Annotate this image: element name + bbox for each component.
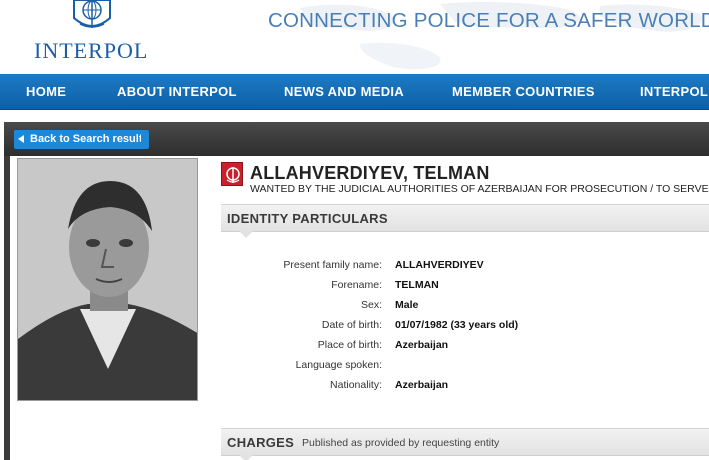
site-header: INTERPOL CONNECTING POLICE FOR A SAFER W… (0, 0, 709, 74)
field-row: Present family name: ALLAHVERDIYEV (221, 259, 709, 279)
main-nav: HOME ABOUT INTERPOL NEWS AND MEDIA MEMBE… (0, 74, 709, 110)
wanted-person-name: ALLAHVERDIYEV, TELMAN (250, 163, 490, 183)
field-label: Sex: (360, 299, 382, 311)
field-label: Date of birth: (321, 319, 382, 331)
wanted-description: WANTED BY THE JUDICIAL AUTHORITIES OF AZ… (250, 183, 709, 195)
nav-item-home[interactable]: HOME (26, 84, 66, 99)
nav-item-member-countries[interactable]: MEMBER COUNTRIES (452, 84, 595, 99)
logo-text: INTERPOL (34, 38, 149, 63)
field-value: Azerbaijan (395, 339, 449, 351)
field-label: Place of birth: (317, 339, 382, 351)
field-row: Language spoken: (221, 359, 709, 379)
field-row: Place of birth: Azerbaijan (221, 339, 709, 359)
nav-item-interpol[interactable]: INTERPOL (640, 84, 708, 99)
field-label: Nationality: (330, 379, 382, 391)
back-button-tip (141, 130, 148, 149)
nav-item-news-and-media[interactable]: NEWS AND MEDIA (284, 84, 404, 99)
identity-section-header: IDENTITY PARTICULARS (221, 204, 709, 238)
arrow-left-icon (18, 135, 24, 143)
photo-image (18, 159, 197, 400)
field-label: Present family name: (283, 259, 382, 271)
field-row: Sex: Male (221, 299, 709, 319)
field-label: Language spoken: (295, 359, 382, 371)
nav-item-about-interpol[interactable]: ABOUT INTERPOL (117, 84, 237, 99)
interpol-globe-icon (73, 0, 111, 28)
back-button-label: Back to Search result (30, 133, 143, 145)
field-label: Forename: (331, 279, 382, 291)
wanted-person-photo (17, 158, 198, 401)
back-to-search-button[interactable]: Back to Search result (14, 130, 149, 149)
field-value: Azerbaijan (395, 379, 449, 391)
charges-note: Published as provided by requesting enti… (302, 437, 500, 449)
field-value: ALLAHVERDIYEV (395, 259, 484, 271)
field-row: Forename: TELMAN (221, 279, 709, 299)
identity-section-title: IDENTITY PARTICULARS (227, 211, 388, 226)
charges-section-title: CHARGES (227, 435, 295, 450)
field-value: Male (395, 299, 419, 311)
red-notice-icon (221, 162, 243, 186)
interpol-logo[interactable]: INTERPOL (20, 0, 160, 70)
field-row: Date of birth: 01/07/1982 (33 years old) (221, 319, 709, 339)
field-value: 01/07/1982 (33 years old) (395, 319, 519, 331)
charges-section-header: CHARGES Published as provided by request… (221, 428, 709, 460)
tagline: CONNECTING POLICE FOR A SAFER WORLD (268, 9, 709, 32)
section-notch (239, 231, 253, 238)
field-value: TELMAN (395, 279, 439, 291)
section-notch (239, 455, 253, 460)
spacer (0, 110, 709, 122)
field-row: Nationality: Azerbaijan (221, 379, 709, 399)
